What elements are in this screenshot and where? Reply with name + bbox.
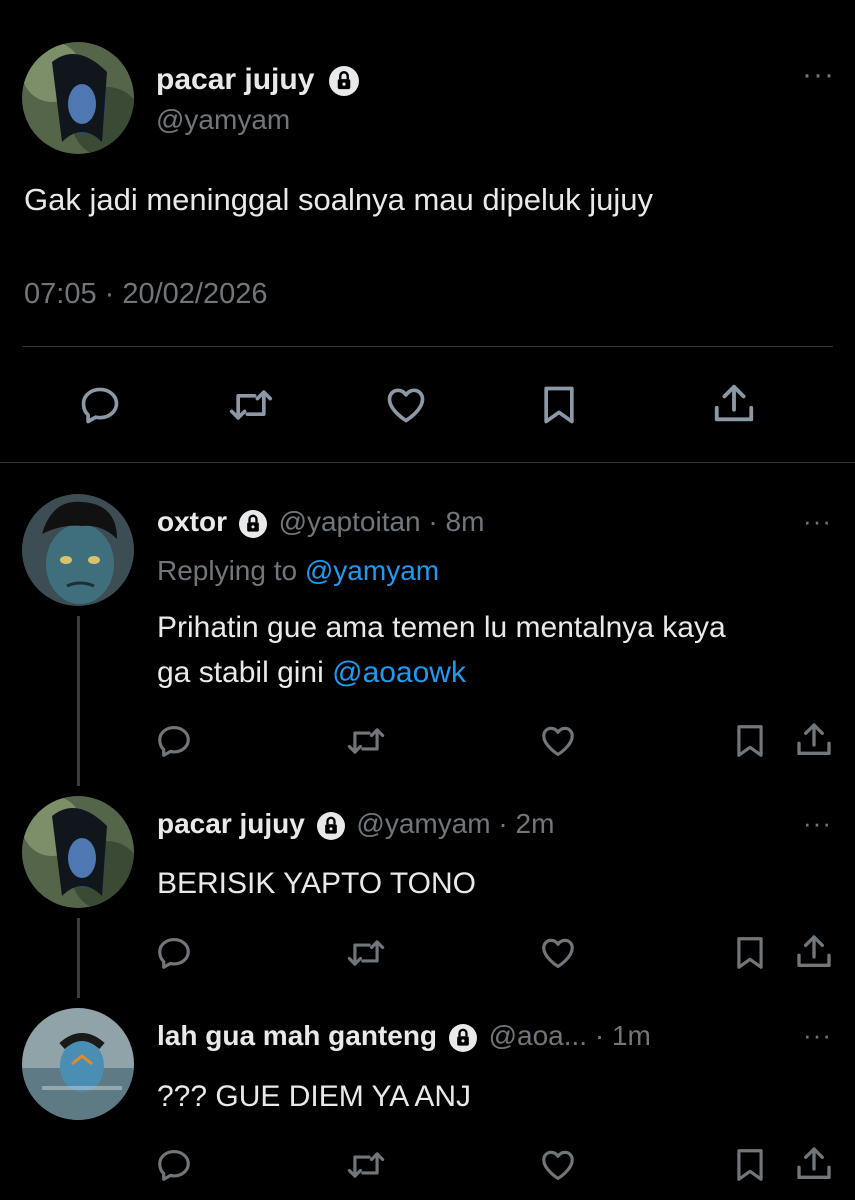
replying-prefix: Replying to: [157, 555, 298, 586]
share-icon[interactable]: [794, 932, 834, 972]
display-name-text[interactable]: pacar jujuy: [157, 808, 305, 839]
retweet-icon[interactable]: [345, 1146, 387, 1184]
retweet-icon[interactable]: [227, 383, 275, 427]
divider: [22, 346, 833, 347]
reply-icon[interactable]: [78, 383, 122, 427]
reply-icon[interactable]: [155, 1146, 193, 1184]
reply-avatar[interactable]: [22, 494, 134, 606]
lock-icon: [238, 509, 267, 538]
like-icon[interactable]: [538, 722, 578, 760]
reply-handle[interactable]: @yamyam: [356, 808, 490, 839]
reply-header: pacar jujuy @yamyam · 2m: [157, 808, 554, 840]
reply-header: lah gua mah ganteng @aoa... · 1m: [157, 1020, 651, 1052]
main-tweet-text: Gak jadi meninggal soalnya mau dipeluk j…: [24, 182, 653, 217]
reply-header: oxtor @yaptoitan · 8m: [157, 506, 484, 538]
reply-text: ??? GUE DIEM YA ANJ: [157, 1080, 472, 1113]
reply-text: BERISIK YAPTO TONO: [157, 867, 476, 900]
reply-icon[interactable]: [155, 934, 193, 972]
more-icon[interactable]: ···: [803, 810, 832, 836]
reply-avatar[interactable]: [22, 796, 134, 908]
replying-to-mention[interactable]: @yamyam: [305, 555, 439, 586]
main-avatar[interactable]: [22, 42, 134, 154]
display-name-text[interactable]: oxtor: [157, 506, 227, 537]
display-name-text[interactable]: lah gua mah ganteng: [157, 1020, 437, 1051]
display-name-text: pacar jujuy: [156, 63, 315, 96]
reply-time[interactable]: · 8m: [428, 506, 484, 537]
share-icon[interactable]: [711, 381, 757, 427]
reply-handle[interactable]: @yaptoitan: [279, 506, 421, 537]
more-icon[interactable]: ···: [803, 1022, 832, 1048]
main-display-name[interactable]: pacar jujuy: [156, 63, 359, 97]
more-icon[interactable]: ···: [802, 60, 835, 90]
share-icon[interactable]: [794, 1144, 834, 1184]
thread-line: [77, 616, 80, 786]
bookmark-icon[interactable]: [731, 1146, 769, 1184]
main-handle[interactable]: @yamyam: [156, 104, 290, 136]
bookmark-icon[interactable]: [731, 722, 769, 760]
retweet-icon[interactable]: [345, 934, 387, 972]
reply-avatar[interactable]: [22, 1008, 134, 1120]
replying-to: Replying to @yamyam: [157, 555, 439, 587]
share-icon[interactable]: [794, 720, 834, 760]
reply-icon[interactable]: [155, 722, 193, 760]
main-timestamp[interactable]: 07:05 · 20/02/2026: [24, 278, 267, 311]
like-icon[interactable]: [538, 1146, 578, 1184]
thread-line: [77, 918, 80, 998]
section-divider: [0, 462, 855, 463]
like-icon[interactable]: [538, 934, 578, 972]
reply-text: ga stabil gini: [157, 656, 333, 689]
retweet-icon[interactable]: [345, 722, 387, 760]
reply-time[interactable]: · 1m: [595, 1020, 651, 1051]
reply-text-line-2: ga stabil gini @aoaowk: [157, 656, 466, 690]
reply-handle[interactable]: @aoa...: [489, 1020, 587, 1051]
reply-text-line-1: Prihatin gue ama temen lu mentalnya kaya: [157, 611, 726, 644]
lock-icon: [448, 1023, 477, 1052]
bookmark-icon[interactable]: [537, 383, 581, 427]
lock-icon: [316, 811, 345, 840]
mention-link[interactable]: @aoaowk: [332, 656, 466, 689]
more-icon[interactable]: ···: [803, 508, 832, 534]
lock-icon: [328, 66, 359, 97]
like-icon[interactable]: [383, 383, 429, 427]
bookmark-icon[interactable]: [731, 934, 769, 972]
reply-time[interactable]: · 2m: [498, 808, 554, 839]
